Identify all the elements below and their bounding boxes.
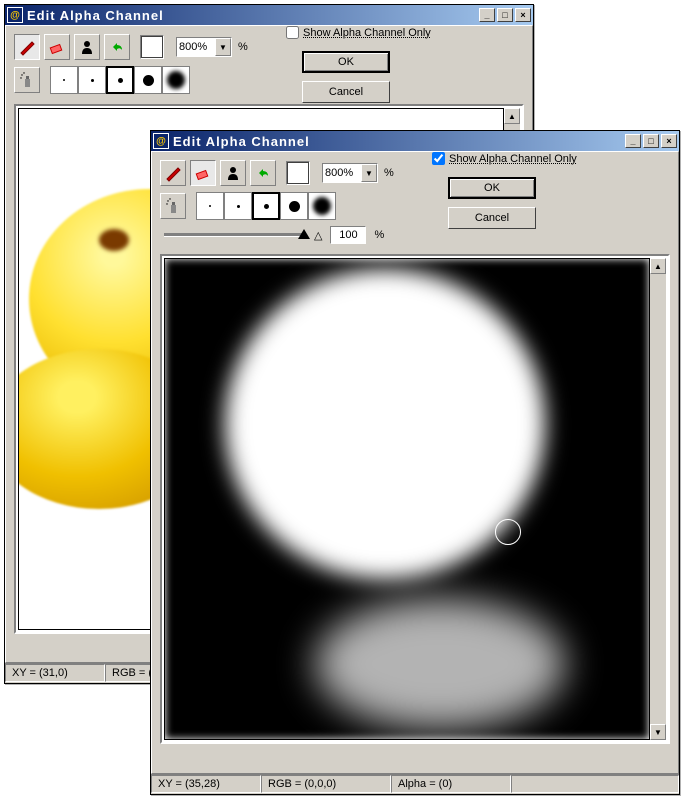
cancel-button[interactable]: Cancel [302,81,390,103]
show-alpha-label[interactable]: Show Alpha Channel Only [449,153,577,165]
window-title: Edit Alpha Channel [27,8,479,23]
undo-icon [108,38,126,56]
zoom-input[interactable] [323,166,361,180]
spray-icon [18,71,36,89]
brush-size-5[interactable] [162,66,190,94]
brush-tool[interactable] [160,160,186,186]
tool-row: ▼ % [160,160,394,186]
app-icon: @ [7,7,23,23]
status-xy: XY = (35,28) [151,775,261,793]
scroll-up-button[interactable]: ▲ [650,258,666,274]
zoom-dropdown[interactable]: ▼ [176,37,232,57]
show-alpha-checkbox-row: Show Alpha Channel Only [286,26,431,39]
zoom-input[interactable] [177,40,215,54]
brush-size-1[interactable] [196,192,224,220]
brush-size-2[interactable] [78,66,106,94]
cancel-button[interactable]: Cancel [448,207,536,229]
brush-cursor-icon [495,519,521,545]
show-alpha-checkbox-row: Show Alpha Channel Only [432,152,577,165]
statusbar: XY = (35,28) RGB = (0,0,0) Alpha = (0) [151,774,679,794]
color-swatch-white[interactable] [286,161,310,185]
brush-size-3[interactable] [106,66,134,94]
minimize-button[interactable]: _ [625,134,641,148]
canvas-viewport[interactable]: ▲ ▼ [160,254,670,744]
color-swatch-white[interactable] [140,35,164,59]
undo-icon [254,164,272,182]
show-alpha-checkbox[interactable] [286,26,299,39]
triangle-icon: △ [314,229,322,242]
brush-size-5[interactable] [308,192,336,220]
brush-size-2[interactable] [224,192,252,220]
scroll-up-button[interactable]: ▲ [504,108,520,124]
status-alpha: Alpha = (0) [391,775,511,793]
opacity-unit: % [374,229,384,241]
brush-size-4[interactable] [280,192,308,220]
brush-icon [18,38,36,56]
person-icon [224,164,242,182]
maximize-button[interactable]: □ [643,134,659,148]
show-alpha-label[interactable]: Show Alpha Channel Only [303,27,431,39]
brush-icon [164,164,182,182]
dropdown-button[interactable]: ▼ [361,164,377,182]
tool-row: ▼ % [14,34,248,60]
opacity-row: △ % [160,226,394,244]
brush-tool[interactable] [14,34,40,60]
minimize-button[interactable]: _ [479,8,495,22]
person-icon [78,38,96,56]
status-xy: XY = (31,0) [5,664,105,682]
eraser-tool[interactable] [44,34,70,60]
show-alpha-checkbox[interactable] [432,152,445,165]
vertical-scrollbar[interactable]: ▲ ▼ [650,258,666,740]
app-icon: @ [153,133,169,149]
brush-size-row [14,66,248,94]
titlebar[interactable]: @ Edit Alpha Channel _ □ × [151,131,679,151]
spray-tool[interactable] [14,67,40,93]
ok-button[interactable]: OK [302,51,390,73]
eraser-tool[interactable] [190,160,216,186]
scroll-down-button[interactable]: ▼ [650,724,666,740]
slider-thumb-icon[interactable] [298,229,310,239]
brush-size-4[interactable] [134,66,162,94]
eraser-icon [194,164,212,182]
dropdown-button[interactable]: ▼ [215,38,231,56]
maximize-button[interactable]: □ [497,8,513,22]
undo-tool[interactable] [104,34,130,60]
close-button[interactable]: × [661,134,677,148]
spray-icon [164,197,182,215]
zoom-unit: % [384,167,394,179]
status-extra [511,775,679,793]
titlebar[interactable]: @ Edit Alpha Channel _ □ × [5,5,533,25]
window-title: Edit Alpha Channel [173,134,625,149]
dialog-edit-alpha-front: @ Edit Alpha Channel _ □ × [150,130,680,795]
zoom-dropdown[interactable]: ▼ [322,163,378,183]
spray-tool[interactable] [160,193,186,219]
opacity-value[interactable] [330,226,366,244]
brush-size-row [160,192,394,220]
close-button[interactable]: × [515,8,531,22]
ok-button[interactable]: OK [448,177,536,199]
fill-tool[interactable] [220,160,246,186]
status-rgb: RGB = (0,0,0) [261,775,391,793]
zoom-unit: % [238,41,248,53]
brush-size-1[interactable] [50,66,78,94]
opacity-slider[interactable] [164,233,304,237]
eraser-icon [48,38,66,56]
undo-tool[interactable] [250,160,276,186]
brush-size-3[interactable] [252,192,280,220]
fill-tool[interactable] [74,34,100,60]
